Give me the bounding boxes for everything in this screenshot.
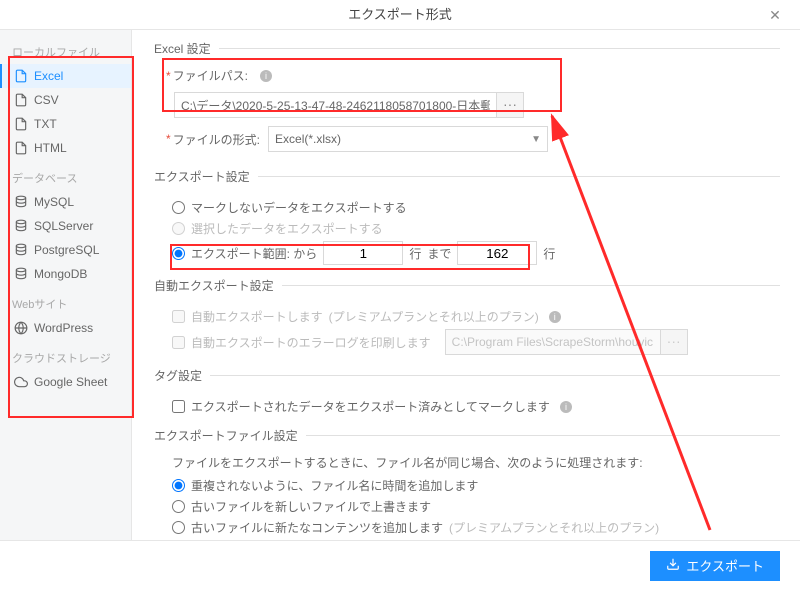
radio-dup-overwrite[interactable]: 古いファイルを新しいファイルで上書きます xyxy=(172,498,780,515)
titlebar: エクスポート形式 ✕ xyxy=(0,0,800,30)
required-marker: * xyxy=(166,69,171,83)
file-settings-note: ファイルをエクスポートするときに、ファイル名が同じ場合、次のように処理されます: xyxy=(172,454,780,471)
filepath-browse-button[interactable]: ··· xyxy=(496,92,524,118)
close-icon[interactable]: ✕ xyxy=(760,0,790,30)
section-export-settings: エクスポート設定 マークしないデータをエクスポートする 選択したデータをエクスポ… xyxy=(152,168,780,269)
chk-mark-exported[interactable]: エクスポートされたデータをエクスポート済みとしてマークします i xyxy=(172,398,780,415)
footer: エクスポート xyxy=(0,540,800,590)
fileformat-select[interactable]: Excel(*.xlsx) ▼ xyxy=(268,126,548,152)
filepath-input[interactable] xyxy=(174,92,496,118)
wp-icon xyxy=(14,321,28,335)
filepath-label: ファイルパス: xyxy=(173,67,248,84)
section-excel-settings: Excel 設定 * ファイルパス: i ··· * ファイルの形式: xyxy=(152,40,780,160)
chevron-down-icon: ▼ xyxy=(531,134,541,145)
export-button[interactable]: エクスポート xyxy=(650,551,780,581)
cloud-icon xyxy=(14,375,28,389)
download-icon xyxy=(666,557,680,574)
sidebar-group-database: データベース xyxy=(0,160,131,190)
sidebar-item-mongodb[interactable]: MongoDB xyxy=(0,262,131,286)
sidebar-item-txt[interactable]: TXT xyxy=(0,112,131,136)
fileformat-label: ファイルの形式: xyxy=(173,131,260,148)
info-icon[interactable]: i xyxy=(260,70,272,82)
radio-dup-append[interactable]: 古いファイルに新たなコンテンツを追加します (プレミアムプランとそれ以上のプラン… xyxy=(172,519,780,536)
db-icon xyxy=(14,219,28,233)
section-auto-export: 自動エクスポート設定 自動エクスポートします (プレミアムプランとそれ以上のプラ… xyxy=(152,277,780,359)
sidebar-item-sqlserver[interactable]: SQLServer xyxy=(0,214,131,238)
sidebar: ローカルファイル Excel CSV TXT HTML データベース xyxy=(0,30,132,540)
radio-selected[interactable]: 選択したデータをエクスポートする xyxy=(172,220,780,237)
info-icon[interactable]: i xyxy=(549,311,561,323)
chk-auto-export-log[interactable]: 自動エクスポートのエラーログを印刷します ··· xyxy=(172,329,780,355)
sidebar-item-excel[interactable]: Excel xyxy=(0,64,131,88)
section-file-settings: エクスポートファイル設定 ファイルをエクスポートするときに、ファイル名が同じ場合… xyxy=(152,427,780,540)
info-icon[interactable]: i xyxy=(560,401,572,413)
sidebar-item-wordpress[interactable]: WordPress xyxy=(0,316,131,340)
db-icon xyxy=(14,243,28,257)
range-from-input[interactable] xyxy=(323,241,403,265)
sidebar-group-local: ローカルファイル xyxy=(0,34,131,64)
radio-range[interactable]: エクスポート範囲: から 行 まで 行 xyxy=(172,241,780,265)
export-settings-legend: エクスポート設定 xyxy=(152,168,258,185)
sidebar-item-googlesheet[interactable]: Google Sheet xyxy=(0,370,131,394)
file-icon xyxy=(14,93,28,107)
auto-export-legend: 自動エクスポート設定 xyxy=(152,277,282,294)
dialog-title: エクスポート形式 xyxy=(348,7,452,22)
sidebar-item-postgresql[interactable]: PostgreSQL xyxy=(0,238,131,262)
sidebar-item-mysql[interactable]: MySQL xyxy=(0,190,131,214)
sidebar-item-html[interactable]: HTML xyxy=(0,136,131,160)
excel-settings-legend: Excel 設定 xyxy=(152,40,219,57)
db-icon xyxy=(14,267,28,281)
file-settings-legend: エクスポートファイル設定 xyxy=(152,427,306,444)
sidebar-group-cloud: クラウドストレージ xyxy=(0,340,131,370)
tag-settings-legend: タグ設定 xyxy=(152,367,210,384)
chk-auto-export[interactable]: 自動エクスポートします (プレミアムプランとそれ以上のプラン) i xyxy=(172,308,780,325)
file-icon xyxy=(14,69,28,83)
auto-export-log-path-input xyxy=(445,329,660,355)
radio-unmarked[interactable]: マークしないデータをエクスポートする xyxy=(172,199,780,216)
content: Excel 設定 * ファイルパス: i ··· * ファイルの形式: xyxy=(132,30,800,540)
section-tag-settings: タグ設定 エクスポートされたデータをエクスポート済みとしてマークします i xyxy=(152,367,780,419)
sidebar-group-website: Webサイト xyxy=(0,286,131,316)
radio-dup-time[interactable]: 重複されないように、ファイル名に時間を追加します xyxy=(172,477,780,494)
auto-export-log-browse-button: ··· xyxy=(660,329,688,355)
range-to-input[interactable] xyxy=(457,241,537,265)
file-icon xyxy=(14,117,28,131)
required-marker: * xyxy=(166,132,171,146)
file-icon xyxy=(14,141,28,155)
sidebar-item-csv[interactable]: CSV xyxy=(0,88,131,112)
db-icon xyxy=(14,195,28,209)
